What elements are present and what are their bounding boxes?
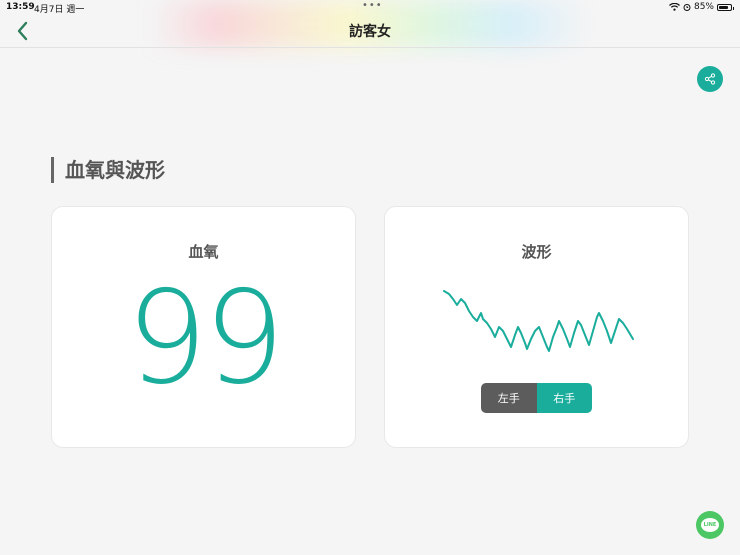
battery-percent: 85%: [693, 2, 714, 12]
waveform-card-title: 波形: [521, 243, 552, 261]
waveform-card: 波形 左手 右手: [384, 206, 689, 448]
share-button[interactable]: [697, 66, 723, 92]
spo2-value: 99: [126, 264, 285, 413]
share-icon: [704, 73, 716, 85]
left-hand-button[interactable]: 左手: [481, 383, 537, 413]
spo2-card: 血氧 99: [51, 206, 356, 448]
spo2-card-title: 血氧: [188, 243, 219, 261]
multitasking-dots-icon[interactable]: •••: [362, 0, 383, 11]
navigation-bar: 訪客女: [0, 14, 740, 48]
status-indicators: 85%: [669, 2, 734, 12]
page-title: 訪客女: [349, 24, 391, 40]
line-icon: LINE: [701, 518, 719, 532]
wifi-icon: [669, 3, 680, 11]
alarm-icon: [683, 4, 691, 11]
hand-toggle: 左手 右手: [481, 383, 592, 413]
status-time: 13:59: [6, 2, 35, 12]
pulse-waveform: [443, 290, 634, 352]
right-hand-button[interactable]: 右手: [536, 383, 592, 413]
line-button[interactable]: LINE: [696, 511, 724, 539]
battery-level: [719, 5, 729, 9]
section-title: 血氧與波形: [51, 157, 165, 183]
battery-icon: [717, 3, 734, 11]
status-bar: 13:59 4月7日 週一 ••• 85%: [0, 0, 740, 15]
